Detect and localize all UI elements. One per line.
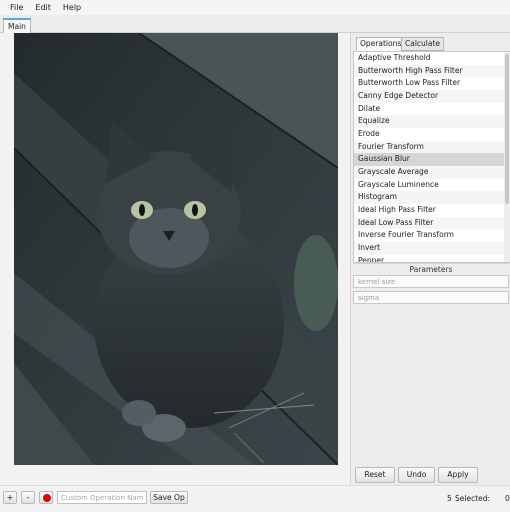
menu-bar: File Edit Help	[0, 0, 510, 15]
list-item[interactable]: Erode	[354, 128, 510, 141]
list-item-selected[interactable]: Gaussian Blur	[354, 153, 510, 166]
list-item[interactable]: Butterworth High Pass Filter	[354, 64, 510, 78]
list-item[interactable]: Pepper	[354, 255, 510, 263]
apply-button[interactable]: Apply	[438, 467, 478, 483]
reset-button[interactable]: Reset	[355, 467, 395, 483]
list-item[interactable]: Grayscale Average	[354, 165, 510, 179]
menu-edit[interactable]: Edit	[29, 0, 57, 15]
custom-operation-name-input[interactable]	[57, 491, 147, 504]
list-item[interactable]: Inverse Fourier Transform	[354, 229, 510, 242]
list-item[interactable]: Ideal Low Pass Filter	[354, 216, 510, 230]
list-item[interactable]: Butterworth Low Pass Filter	[354, 77, 510, 90]
operation-count: 5	[447, 494, 452, 503]
image-area	[0, 33, 350, 485]
tab-main[interactable]: Main	[3, 18, 31, 34]
record-button[interactable]	[39, 491, 53, 504]
tab-calculate[interactable]: Calculate	[401, 37, 445, 51]
save-op-button[interactable]: Save Op	[150, 491, 188, 504]
list-item[interactable]: Adaptive Threshold	[354, 52, 510, 65]
list-item[interactable]: Fourier Transform	[354, 140, 510, 154]
sigma-field[interactable]	[353, 291, 509, 304]
main-tab-bar: Main	[0, 15, 510, 34]
scrollbar-thumb[interactable]	[505, 54, 509, 204]
list-item[interactable]: Canny Edge Detector	[354, 89, 510, 103]
list-item[interactable]: Histogram	[354, 191, 510, 204]
menu-help[interactable]: Help	[57, 0, 87, 15]
list-item[interactable]: Ideal High Pass Filter	[354, 204, 510, 217]
selected-label: Selected:	[455, 494, 491, 503]
list-item[interactable]: Grayscale Luminence	[354, 179, 510, 192]
cat-photo	[14, 33, 338, 465]
kernel-size-field[interactable]	[353, 275, 509, 288]
operations-list: Adaptive Threshold Butterworth High Pass…	[353, 51, 510, 263]
bottom-bar: + - Save Op 5 Selected: 0	[0, 485, 510, 512]
list-item[interactable]: Dilate	[354, 103, 510, 116]
add-button[interactable]: +	[3, 491, 17, 504]
remove-button[interactable]: -	[21, 491, 35, 504]
parameters-header: Parameters	[353, 263, 509, 275]
tab-operations[interactable]: Operations	[356, 37, 406, 51]
menu-file[interactable]: File	[4, 0, 29, 15]
record-icon	[43, 494, 51, 502]
list-item[interactable]: Invert	[354, 241, 510, 255]
undo-button[interactable]: Undo	[398, 467, 435, 483]
list-item[interactable]: Equalize	[354, 115, 510, 128]
operations-scrollbar[interactable]	[504, 52, 510, 262]
side-pane: Operations Calculate Adaptive Threshold …	[350, 33, 510, 485]
selected-value: 0	[505, 494, 510, 503]
